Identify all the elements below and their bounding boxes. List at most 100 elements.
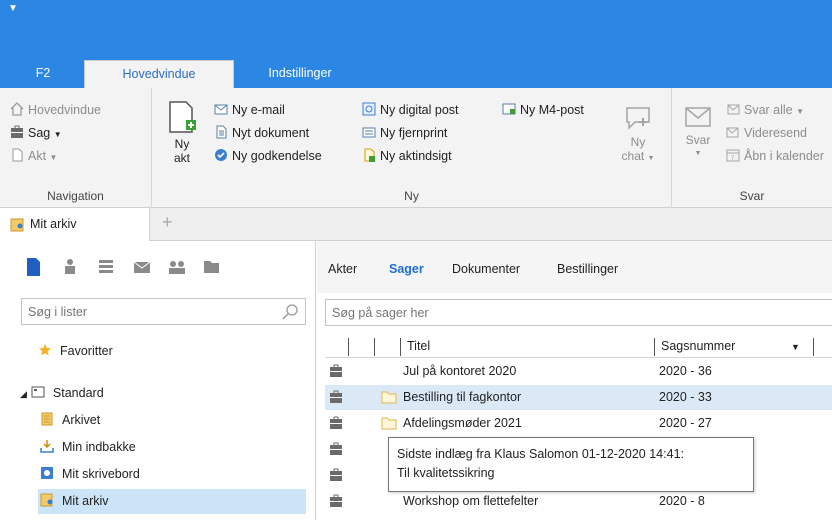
tab-dokumenter[interactable]: Dokumenter [452, 262, 520, 276]
access-request-icon [364, 148, 375, 162]
ny-email-button[interactable]: Ny e-mail [214, 100, 285, 120]
svar-button[interactable]: Svar ▼ [678, 102, 718, 161]
group-label-svar: Svar [739, 189, 765, 203]
nav-akt-button[interactable]: Akt ▼ [10, 146, 57, 166]
dropdown-arrow-icon: ▼ [53, 130, 62, 139]
ny-godkendelse-label: Ny godkendelse [232, 149, 322, 163]
svar-alle-button[interactable]: Svar alle ▼ [726, 100, 804, 120]
table-row[interactable]: Jul på kontoret 2020 2020 - 36 [325, 359, 832, 384]
tooltip-line-1: Sidste indlæg fra Klaus Salomon 01-12-20… [397, 447, 684, 461]
search-icon[interactable] [281, 303, 299, 321]
list-search-input[interactable] [28, 303, 268, 321]
group-label-navigation: Navigation [47, 189, 104, 203]
column-divider[interactable] [374, 338, 375, 356]
inbox-icon [40, 440, 54, 453]
nyt-dokument-button[interactable]: Nyt dokument [214, 123, 309, 143]
tab-bestillinger[interactable]: Bestillinger [557, 262, 618, 276]
tree-item-label: Mit arkiv [62, 494, 109, 508]
row-case-number: 2020 - 8 [659, 494, 705, 508]
tree-favorites[interactable]: Favoritter [38, 339, 113, 364]
reply-mail-icon [685, 107, 711, 127]
row-title: Afdelingsmøder 2021 [403, 416, 522, 430]
document-tab-bar: Mit arkiv + [0, 208, 832, 241]
doc-tab-mit-arkiv[interactable]: Mit arkiv [0, 208, 150, 241]
tree-item-mit-arkiv[interactable]: Mit arkiv [38, 489, 306, 514]
tree-item-arkivet[interactable]: Arkivet [40, 408, 100, 433]
case-icon [330, 494, 342, 507]
left-panel: Favoritter ◢ Standard Arkivet Min indbakk… [0, 241, 316, 520]
quick-access-menu-icon[interactable]: ▼ [8, 4, 18, 14]
videresend-button[interactable]: Videresend [726, 123, 807, 143]
case-icon [330, 416, 342, 429]
case-icon [330, 364, 342, 377]
tree-standard[interactable]: ◢ Standard [20, 381, 104, 406]
ny-email-label: Ny e-mail [232, 103, 285, 117]
column-divider[interactable] [400, 338, 401, 356]
tree-item-label: Mit skrivebord [62, 467, 140, 481]
case-search-box[interactable] [325, 299, 832, 326]
tab-hovedvindue[interactable]: Hovedvindue [84, 60, 234, 88]
ny-m4-post-button[interactable]: Ny M4-post [502, 100, 584, 120]
ny-godkendelse-button[interactable]: Ny godkendelse [214, 146, 322, 166]
archive-person-icon [40, 493, 53, 507]
ny-chat-button[interactable]: Ny chat ▼ [616, 102, 660, 166]
ny-akt-button[interactable]: Ny akt [160, 100, 204, 165]
table-row[interactable]: Afdelingsmøder 2021 2020 - 27 [325, 411, 832, 436]
m4-post-icon [502, 103, 516, 115]
table-row[interactable]: Bestilling til fagkontor 2020 - 33 [325, 385, 832, 410]
tree-item-min-indbakke[interactable]: Min indbakke [40, 435, 136, 460]
ribbon-group-navigation: Hovedvindue Sag ▼ Akt ▼ Navigation [0, 88, 152, 208]
ny-fjernprint-button[interactable]: Ny fjernprint [362, 123, 447, 143]
tree-item-label: Arkivet [62, 413, 101, 427]
column-divider[interactable] [813, 338, 814, 356]
row-title: Workshop om flettefelter [403, 494, 539, 508]
contacts-icon[interactable] [167, 257, 187, 277]
nav-sag-button[interactable]: Sag ▼ [10, 123, 62, 143]
folder-open-icon[interactable] [202, 257, 222, 277]
ny-aktindsigt-button[interactable]: Ny aktindsigt [362, 146, 452, 166]
chat-icon [626, 107, 650, 130]
tab-akter[interactable]: Akter [328, 262, 357, 276]
ny-digital-post-button[interactable]: Ny digital post [362, 100, 459, 120]
archive-icon [41, 412, 53, 426]
ny-fjernprint-label: Ny fjernprint [380, 126, 448, 140]
aabn-i-kalender-button[interactable]: 7 Åbn i kalender [726, 146, 824, 166]
nav-hovedvindue-label: Hovedvindue [28, 103, 101, 117]
collapse-triangle-icon[interactable]: ◢ [20, 389, 27, 399]
row-case-number: 2020 - 36 [659, 364, 712, 378]
nyt-dokument-label: Nyt dokument [232, 126, 310, 140]
tab-sager[interactable]: Sager [389, 262, 424, 276]
list-search-box[interactable] [21, 298, 306, 325]
content-tab-bar: Akter Sager Dokumenter Bestillinger [317, 241, 832, 293]
column-divider[interactable] [654, 338, 655, 356]
case-icon [330, 390, 342, 403]
mail-icon[interactable] [132, 257, 152, 277]
ny-m4-post-label: Ny M4-post [520, 103, 584, 117]
row-title: Jul på kontoret 2020 [403, 364, 517, 378]
add-tab-icon[interactable]: + [162, 213, 173, 231]
dropdown-arrow-icon: ▼ [796, 107, 805, 116]
ny-chat-label-line2: chat [621, 149, 645, 163]
remote-print-icon [362, 127, 376, 138]
case-search-input[interactable] [332, 304, 812, 322]
email-icon [214, 104, 228, 115]
document-icon [12, 148, 23, 162]
new-document-icon [169, 101, 196, 133]
list-icon[interactable] [96, 257, 116, 277]
document-text-icon [216, 125, 227, 139]
tab-f2[interactable]: F2 [20, 60, 66, 88]
folder-icon [381, 417, 397, 430]
table-row[interactable]: Workshop om flettefelter 2020 - 8 [325, 489, 832, 514]
dropdown-arrow-icon: ▼ [694, 150, 702, 157]
column-header-sagsnummer[interactable]: Sagsnummer [661, 339, 735, 353]
row-case-number: 2020 - 33 [659, 390, 712, 404]
column-header-titel[interactable]: Titel [407, 339, 430, 353]
column-divider[interactable] [348, 338, 349, 356]
tab-indstillinger[interactable]: Indstillinger [244, 60, 356, 88]
nav-hovedvindue-button[interactable]: Hovedvindue [10, 100, 101, 120]
sort-dropdown-icon[interactable]: ▼ [791, 342, 800, 352]
document-list-icon[interactable] [23, 257, 43, 277]
workflow-icon[interactable] [60, 257, 80, 277]
ny-chat-label-line1: Ny [630, 135, 646, 149]
tree-item-mit-skrivebord[interactable]: Mit skrivebord [40, 462, 140, 487]
